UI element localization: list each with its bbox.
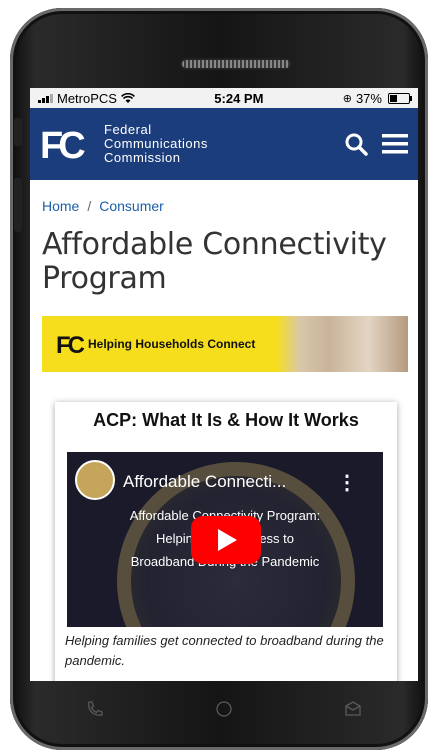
speaker-grille (182, 60, 290, 68)
fcc-logo[interactable]: FC (40, 124, 90, 164)
site-header: FC Federal Communications Commission (30, 108, 418, 180)
wifi-icon (121, 92, 135, 103)
phone-softkeys (30, 681, 418, 737)
family-photo (276, 316, 408, 372)
breadcrumb-home-link[interactable]: Home (42, 198, 79, 214)
battery-icon (387, 92, 412, 104)
video-description: Helping families get connected to broadb… (65, 633, 384, 668)
svg-text:FC: FC (56, 332, 85, 357)
video-card: ACP: What It Is & How It Works Affordabl… (55, 402, 397, 681)
play-button-icon[interactable] (191, 516, 261, 564)
battery-percent: 37% (355, 90, 382, 106)
breadcrumb: Home / Consumer (30, 180, 418, 214)
message-icon[interactable] (343, 699, 363, 719)
volume-button (14, 178, 22, 232)
signal-icon (38, 93, 53, 103)
fcc-logo-small: FC (56, 332, 86, 357)
phone-screen: MetroPCS 5:24 PM ⊕ 37% FC Federal Commun… (30, 88, 418, 681)
carrier-name: MetroPCS (57, 90, 117, 106)
breadcrumb-separator: / (87, 198, 92, 214)
page-title: Affordable Connectivity Program (42, 227, 387, 296)
more-options-icon[interactable]: ⋮ (337, 470, 357, 495)
video-player[interactable]: Affordable Connecti... ⋮ Affordable Conn… (67, 452, 383, 627)
status-bar: MetroPCS 5:24 PM ⊕ 37% (30, 88, 418, 108)
svg-text:FC: FC (40, 125, 85, 164)
search-icon[interactable] (344, 132, 368, 156)
agency-name[interactable]: Federal Communications Commission (104, 123, 344, 165)
video-title[interactable]: Affordable Connecti... (123, 472, 286, 492)
card-title: ACP: What It Is & How It Works (93, 410, 359, 430)
lock-rotation-icon: ⊕ (342, 92, 352, 105)
phone-icon[interactable] (85, 699, 105, 719)
clock: 5:24 PM (214, 90, 264, 106)
channel-avatar[interactable] (75, 460, 115, 500)
banner-text: Helping Households Connect (88, 337, 256, 351)
acp-banner[interactable]: FC Helping Households Connect (42, 316, 408, 372)
mute-switch (14, 118, 22, 146)
menu-icon[interactable] (382, 133, 408, 155)
breadcrumb-consumer-link[interactable]: Consumer (99, 198, 164, 214)
home-button-icon[interactable] (214, 699, 234, 719)
